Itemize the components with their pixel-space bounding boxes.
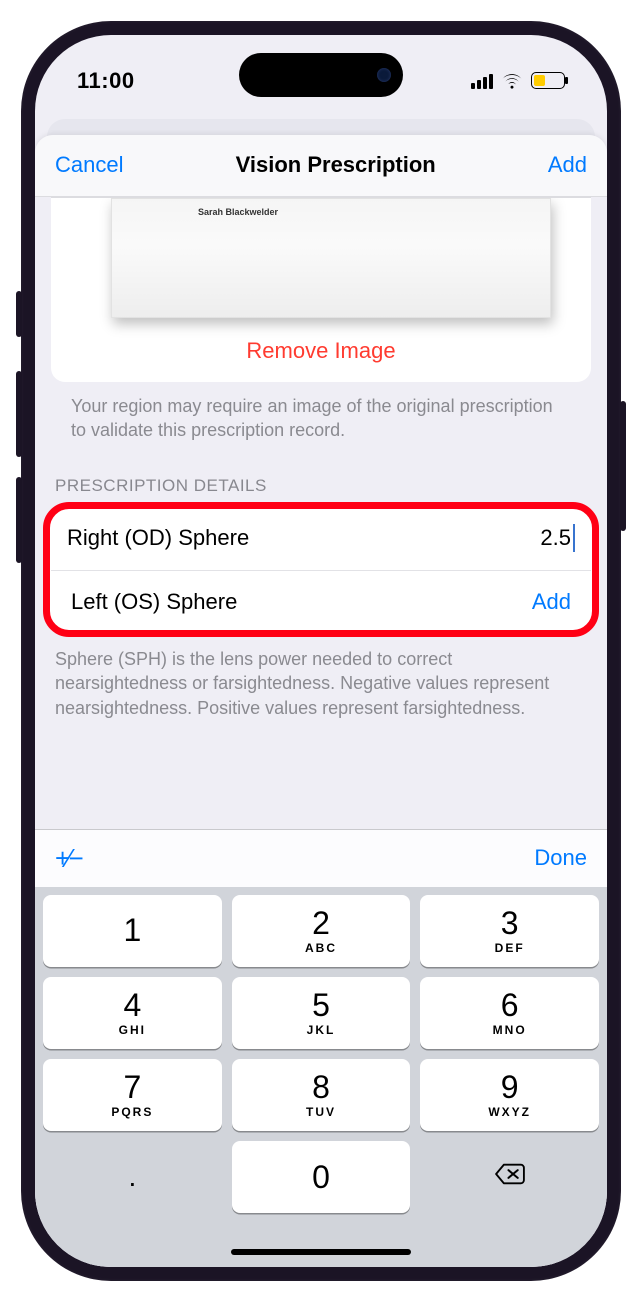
status-time: 11:00 <box>77 68 135 94</box>
keyboard: +⁄− Done 1 2ABC 3DEF 4GHI 5JKL <box>35 829 607 1267</box>
add-button[interactable]: Add <box>548 152 587 178</box>
key-9[interactable]: 9WXYZ <box>420 1059 599 1131</box>
plus-minus-button[interactable]: +⁄− <box>55 843 81 874</box>
key-decimal[interactable]: . <box>43 1141 222 1213</box>
key-4[interactable]: 4GHI <box>43 977 222 1049</box>
key-6[interactable]: 6MNO <box>420 977 599 1049</box>
keyboard-accessory: +⁄− Done <box>35 829 607 887</box>
key-5[interactable]: 5JKL <box>232 977 411 1049</box>
nav-bar: Cancel Vision Prescription Add <box>35 135 607 197</box>
prescription-image-name: Sarah Blackwelder <box>198 207 278 217</box>
left-os-sphere-row[interactable]: Left (OS) Sphere Add <box>51 570 591 633</box>
left-os-sphere-label: Left (OS) Sphere <box>71 589 237 615</box>
prescription-image-preview[interactable]: Sarah Blackwelder <box>111 198 551 318</box>
backspace-icon <box>493 1161 527 1192</box>
wifi-icon <box>501 72 523 90</box>
iphone-frame: 11:00 Cancel Vision Prescription Add <box>21 21 621 1281</box>
battery-icon <box>531 72 565 89</box>
key-2[interactable]: 2ABC <box>232 895 411 967</box>
done-button[interactable]: Done <box>534 845 587 871</box>
sphere-footnote: Sphere (SPH) is the lens power needed to… <box>35 633 607 720</box>
left-os-sphere-add-button[interactable]: Add <box>532 589 571 615</box>
image-footnote: Your region may require an image of the … <box>51 382 591 443</box>
cancel-button[interactable]: Cancel <box>55 152 123 178</box>
cellular-icon <box>471 73 493 89</box>
section-header-prescription-details: PRESCRIPTION DETAILS <box>35 442 607 506</box>
key-backspace[interactable] <box>420 1141 599 1213</box>
key-3[interactable]: 3DEF <box>420 895 599 967</box>
key-7[interactable]: 7PQRS <box>43 1059 222 1131</box>
volume-down-button <box>16 477 22 563</box>
power-button <box>620 401 626 531</box>
page-title: Vision Prescription <box>236 152 436 178</box>
modal-sheet: Cancel Vision Prescription Add Sarah Bla… <box>35 135 607 1267</box>
text-cursor <box>573 524 575 552</box>
key-8[interactable]: 8TUV <box>232 1059 411 1131</box>
right-od-sphere-row[interactable]: Right (OD) Sphere 2.5 <box>47 506 595 570</box>
dynamic-island <box>239 53 403 97</box>
right-od-sphere-label: Right (OD) Sphere <box>67 525 249 551</box>
volume-up-button <box>16 371 22 457</box>
key-1[interactable]: 1 <box>43 895 222 967</box>
key-0[interactable]: 0 <box>232 1141 411 1213</box>
right-od-sphere-value[interactable]: 2.5 <box>540 524 575 552</box>
prescription-image-card: Sarah Blackwelder Remove Image <box>51 197 591 382</box>
home-indicator[interactable] <box>35 1219 607 1267</box>
sphere-rows: Right (OD) Sphere 2.5 Left (OS) Sphere A… <box>47 506 595 633</box>
remove-image-button[interactable]: Remove Image <box>51 318 591 382</box>
side-button <box>16 291 22 337</box>
